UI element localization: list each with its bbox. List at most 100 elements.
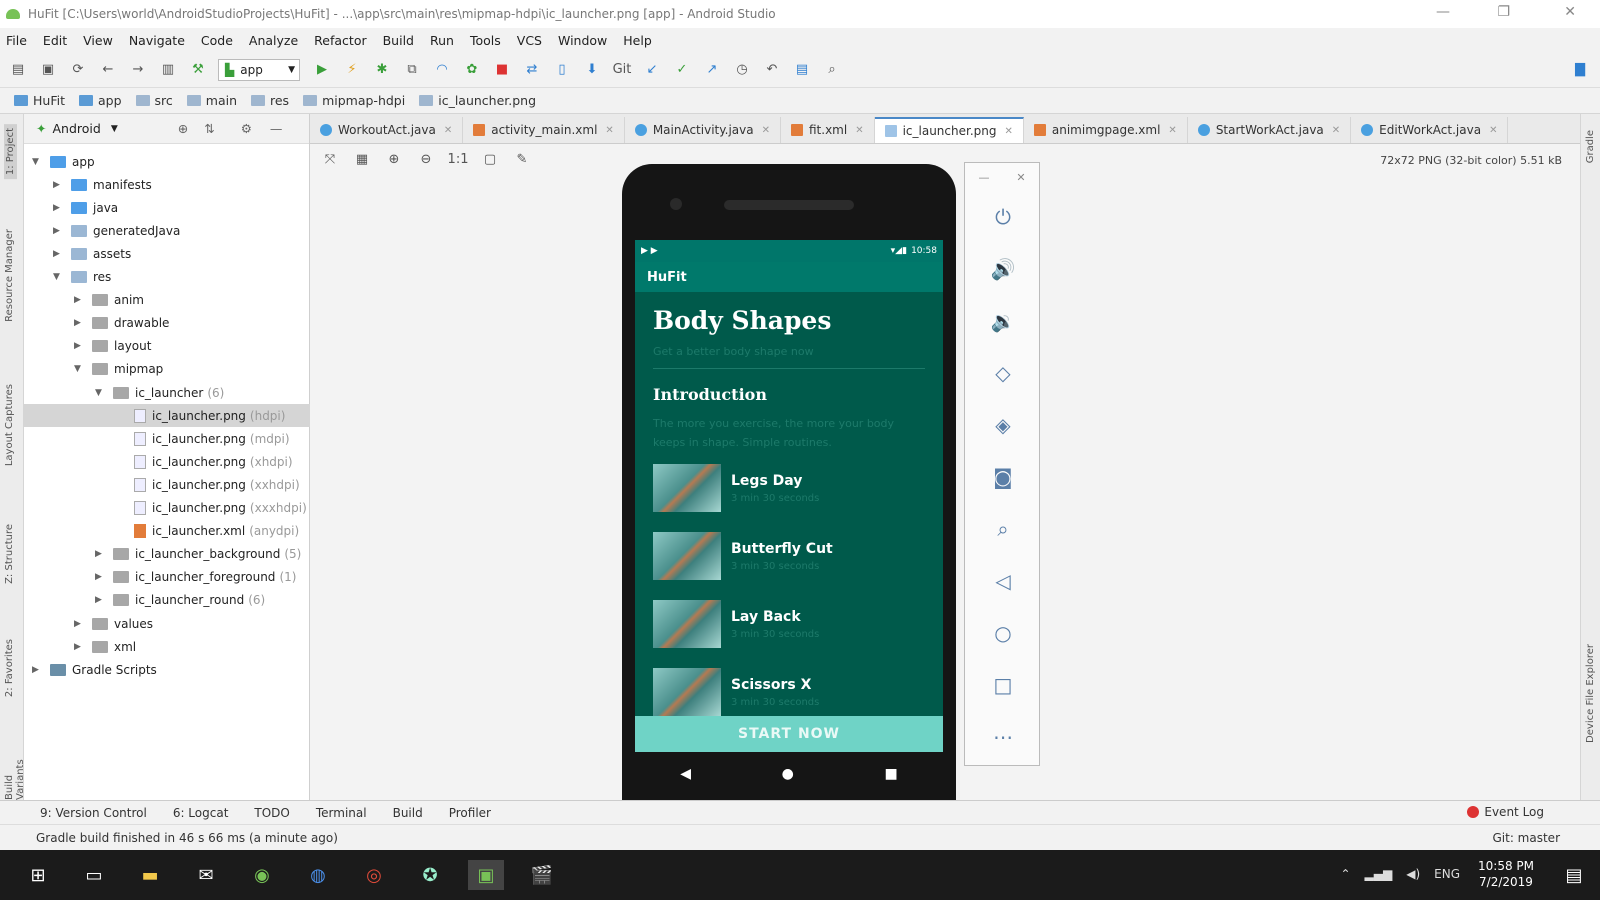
fit-icon[interactable]: ⤧ — [320, 149, 340, 169]
project-structure-icon[interactable]: ▤ — [792, 60, 812, 80]
structure-tab[interactable]: Z: Structure — [4, 524, 15, 584]
chevron-right-icon[interactable]: ▶ — [53, 249, 65, 259]
menu-vcs[interactable]: VCS — [517, 33, 542, 48]
windows-start-icon[interactable]: ⊞ — [20, 860, 56, 890]
favorites-tab[interactable]: 2: Favorites — [4, 639, 15, 697]
start-now-button[interactable]: START NOW — [635, 716, 943, 752]
chevron-right-icon[interactable]: ▶ — [95, 595, 107, 605]
breadcrumb-item[interactable]: src — [135, 93, 173, 108]
phone-screen[interactable]: ▶ ▶ ▾◢▮ 10:58 HuFit Body Shapes Get a be… — [635, 240, 943, 752]
vcs-update-icon[interactable]: ↙ — [642, 60, 662, 80]
tab-fit-xml[interactable]: fit.xml ✕ — [781, 117, 875, 143]
power-icon[interactable]: ⏻ — [965, 191, 1041, 243]
structure-icon[interactable]: ▥ — [158, 60, 178, 80]
menu-code[interactable]: Code — [201, 33, 233, 48]
tab-ic-launcher-png[interactable]: ic_launcher.png ✕ — [874, 117, 1024, 143]
tree-item[interactable]: ▶ ic_launcher_foreground (1) — [24, 566, 310, 589]
bottom-tab-6-logcat[interactable]: 6: Logcat — [173, 806, 229, 820]
chevron-up-icon[interactable]: ⌃ — [1340, 867, 1350, 881]
close-tab-icon[interactable]: ✕ — [444, 125, 452, 136]
tree-item[interactable]: ▼ res — [24, 266, 310, 289]
tree-item[interactable]: ▼ app — [24, 150, 310, 173]
volume-icon[interactable]: ◀) — [1406, 867, 1420, 881]
sync-gradle-icon[interactable]: ⇄ — [522, 60, 542, 80]
back-nav-icon[interactable]: ◀ — [680, 766, 691, 782]
search-icon[interactable]: ⌕ — [822, 60, 842, 80]
close-tab-icon[interactable]: ✕ — [855, 125, 863, 136]
tree-item[interactable]: ▶ Gradle Scripts — [24, 658, 310, 681]
background-icon[interactable]: ▢ — [480, 149, 500, 169]
tab-mainactivity-java[interactable]: MainActivity.java ✕ — [625, 117, 781, 143]
close-tab-icon[interactable]: ✕ — [1332, 125, 1340, 136]
tab-startworkact-java[interactable]: StartWorkAct.java ✕ — [1188, 117, 1352, 143]
build-variants-tab[interactable]: Build Variants — [4, 739, 26, 800]
tab-animimgpage-xml[interactable]: animimgpage.xml ✕ — [1024, 117, 1188, 143]
chevron-right-icon[interactable]: ▶ — [32, 665, 44, 675]
history-icon[interactable]: ◷ — [732, 60, 752, 80]
tree-item[interactable]: ▶ ic_launcher_background (5) — [24, 543, 310, 566]
close-tab-icon[interactable]: ✕ — [762, 125, 770, 136]
chrome-icon[interactable]: ◎ — [356, 860, 392, 890]
close-tab-icon[interactable]: ✕ — [1489, 125, 1497, 136]
gradle-tab[interactable]: Gradle — [1585, 130, 1596, 163]
more-icon[interactable]: ⋯ — [965, 711, 1041, 763]
chevron-down-icon[interactable]: ▼ — [111, 124, 118, 134]
chevron-right-icon[interactable]: ▶ — [95, 549, 107, 559]
bottom-tab-profiler[interactable]: Profiler — [449, 806, 491, 820]
tree-item[interactable]: ▶ assets — [24, 242, 310, 265]
resource-manager-tab[interactable]: Resource Manager — [4, 229, 15, 322]
git-icon[interactable]: Git — [612, 60, 632, 80]
minimize-icon[interactable]: — — [1436, 4, 1450, 20]
back-icon[interactable]: ◁ — [965, 555, 1041, 607]
close-tab-icon[interactable]: ✕ — [1004, 126, 1012, 137]
tree-item[interactable]: ▶ java — [24, 196, 310, 219]
rotate-right-icon[interactable]: ◈ — [965, 399, 1041, 451]
tree-item[interactable]: ic_launcher.png (xxxhdpi) — [24, 497, 310, 520]
attach-debugger-icon[interactable]: ⧉ — [402, 60, 422, 80]
avd-manager-icon[interactable]: ▯ — [552, 60, 572, 80]
grid-icon[interactable]: ▦ — [352, 149, 372, 169]
task-view-icon[interactable]: ▭ — [76, 860, 112, 890]
menu-view[interactable]: View — [83, 33, 113, 48]
menu-refactor[interactable]: Refactor — [314, 33, 366, 48]
home-icon[interactable]: ○ — [965, 607, 1041, 659]
tree-item[interactable]: ic_launcher.png (xxhdpi) — [24, 473, 310, 496]
chevron-right-icon[interactable]: ▶ — [53, 203, 65, 213]
sync-icon[interactable]: ⟳ — [68, 60, 88, 80]
chevron-right-icon[interactable]: ▶ — [74, 341, 86, 351]
rotate-left-icon[interactable]: ◇ — [965, 347, 1041, 399]
tree-item[interactable]: ▶ generatedJava — [24, 219, 310, 242]
menu-window[interactable]: Window — [558, 33, 607, 48]
tree-item[interactable]: ▶ drawable — [24, 312, 310, 335]
collapse-icon[interactable]: ⇅ — [204, 121, 214, 136]
breadcrumb-item[interactable]: mipmap-hdpi — [303, 93, 405, 108]
zoom-icon[interactable]: ⌕ — [965, 503, 1041, 555]
list-item[interactable]: Scissors X 3 min 30 seconds — [653, 660, 925, 724]
android-studio-taskbar-icon[interactable]: ◉ — [244, 860, 280, 890]
menu-tools[interactable]: Tools — [470, 33, 501, 48]
hide-icon[interactable]: — — [270, 121, 283, 136]
mail-icon[interactable]: ✉ — [188, 860, 224, 890]
menu-build[interactable]: Build — [383, 33, 414, 48]
tree-item[interactable]: ▼ ic_launcher (6) — [24, 381, 310, 404]
menu-help[interactable]: Help — [623, 33, 652, 48]
menu-navigate[interactable]: Navigate — [129, 33, 185, 48]
run-config-select[interactable]: ▙ app ▼ — [218, 58, 300, 81]
bottom-tab-9-version-control[interactable]: 9: Version Control — [40, 806, 147, 820]
maximize-icon[interactable]: ❐ — [1497, 4, 1510, 20]
breadcrumb-item[interactable]: app — [78, 93, 122, 108]
hammer-icon[interactable]: ⚒ — [188, 60, 208, 80]
menu-edit[interactable]: Edit — [43, 33, 67, 48]
chevron-right-icon[interactable]: ▶ — [74, 642, 86, 652]
file-explorer-icon[interactable]: ▬ — [132, 860, 168, 890]
tab-workoutact-java[interactable]: WorkoutAct.java ✕ — [310, 117, 464, 143]
open-folder-icon[interactable]: ▤ — [8, 60, 28, 80]
zoom-out-icon[interactable]: ⊖ — [416, 149, 436, 169]
profile-icon[interactable]: ◠ — [432, 60, 452, 80]
close-tab-icon[interactable]: ✕ — [1168, 125, 1176, 136]
chevron-down-icon[interactable]: ▼ — [32, 157, 44, 167]
save-icon[interactable]: ▣ — [38, 60, 58, 80]
project-view-select[interactable]: Android — [52, 121, 100, 136]
gear-icon[interactable]: ⚙ — [241, 121, 252, 136]
tree-item[interactable]: ▶ layout — [24, 335, 310, 358]
